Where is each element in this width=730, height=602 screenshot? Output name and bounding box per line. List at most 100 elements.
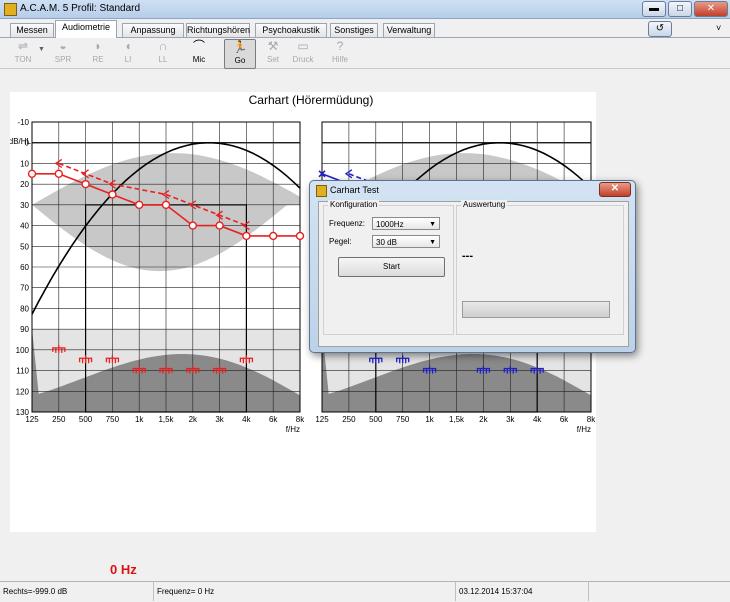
chevron-down-icon: ▼ [429, 239, 436, 246]
x-tick-label: 500 [369, 415, 383, 424]
close-button[interactable]: ✕ [694, 1, 728, 17]
x-tick-label: 3k [215, 415, 224, 424]
maximize-button[interactable]: □ [668, 1, 692, 17]
go-button[interactable]: 🏃 Go [224, 39, 256, 69]
tab-sonstiges[interactable]: Sonstiges [330, 23, 378, 37]
data-point-air_conduction_right [269, 231, 278, 241]
start-button[interactable]: Start [338, 257, 445, 277]
x-tick-label: 4k [533, 415, 542, 424]
frequency-label: Frequenz: [329, 219, 366, 228]
y-tick-label: 20 [20, 180, 29, 189]
x-tick-label: 1,5k [449, 415, 465, 424]
tab-richtungshoeren[interactable]: Richtungshören [186, 23, 250, 37]
data-point-air_conduction_right [81, 179, 90, 189]
data-point-air_conduction_right [27, 169, 37, 178]
dialog-title: Carhart Test [330, 185, 379, 195]
right-ear-icon: ◗ [94, 39, 102, 53]
druck-button[interactable]: ▭ Druck [288, 39, 318, 67]
chevron-down-icon: ▼ [429, 221, 436, 228]
toolbar: ⇌ TON ▼ ◒ SPR ◗ RE ◖ LI ∩ LL ⌒ Mic 🏃 Go … [0, 38, 730, 69]
minimize-button[interactable]: ▬ [642, 1, 666, 17]
y-tick-label: 10 [20, 159, 29, 168]
tab-verwaltung[interactable]: Verwaltung [383, 23, 435, 37]
level-label: Pegel: [329, 237, 352, 246]
y-tick-label: 110 [16, 367, 29, 376]
ton-button[interactable]: ⇌ TON [8, 39, 38, 67]
tab-audiometrie[interactable]: Audiometrie [55, 20, 117, 38]
y-tick-label: 30 [20, 201, 29, 210]
x-tick-label: 6k [560, 415, 569, 424]
status-frequency: Frequenz= 0 Hz [153, 582, 453, 601]
data-point-air_conduction_right [108, 190, 117, 199]
data-point-air_conduction_right [134, 200, 144, 210]
config-group: Konfiguration Frequenz: 1000Hz ▼ Pegel: … [323, 200, 454, 335]
y-tick-label: 80 [20, 304, 29, 313]
frequency-select[interactable]: 1000Hz ▼ [372, 217, 440, 230]
help-icon: ? [336, 39, 344, 53]
spr-button[interactable]: ◒ SPR [48, 39, 78, 67]
dialog-close-button[interactable]: ✕ [599, 182, 631, 197]
tab-psychoakustik[interactable]: Psychoakustik [255, 23, 327, 37]
title-bar: A.C.A.M. 5 Profil: Standard ▬ □ ✕ [0, 0, 730, 19]
left-ear-icon: ◖ [124, 39, 132, 53]
x-tick-label: 750 [396, 415, 410, 424]
result-value: --- [462, 250, 473, 262]
main-tab-bar: Messen Audiometrie Anpassung Richtungshö… [0, 19, 730, 38]
data-point-air_conduction_right [215, 221, 224, 230]
speech-cloud-icon: ◒ [59, 39, 67, 53]
window-title: A.C.A.M. 5 Profil: Standard [20, 3, 141, 14]
data-point-air_conduction_right [242, 231, 251, 241]
x-tick-label: 8k [587, 415, 596, 424]
set-button[interactable]: ⚒ Set [258, 39, 288, 67]
x-tick-label: 8k [296, 415, 305, 424]
result-group-title: Auswertung [461, 200, 508, 209]
running-man-icon: 🏃 [232, 40, 248, 54]
printer-icon: ▭ [297, 39, 309, 53]
x-tick-label: 1k [425, 415, 434, 424]
progress-bar [462, 301, 610, 318]
li-button[interactable]: ◖ LI [113, 39, 143, 67]
dialog-body: Konfiguration Frequenz: 1000Hz ▼ Pegel: … [318, 200, 629, 347]
result-group: Auswertung --- [456, 200, 624, 335]
y-tick-label: 90 [20, 325, 29, 334]
tab-messen[interactable]: Messen [10, 23, 54, 37]
status-bar: Rechts=-999.0 dB Frequenz= 0 Hz 03.12.20… [0, 581, 730, 602]
x-axis-label: f/Hz [286, 425, 300, 434]
x-tick-label: 1,5k [158, 415, 174, 424]
x-axis-label: f/Hz [577, 425, 591, 434]
level-value: 30 dB [376, 238, 397, 247]
x-tick-label: 250 [52, 415, 66, 424]
chart-title: Carhart (Hörermüdung) [249, 93, 374, 107]
x-tick-label: 125 [315, 415, 329, 424]
hilfe-button[interactable]: ? Hilfe [325, 39, 355, 67]
y-axis-label: dB/HL [10, 137, 32, 146]
x-tick-label: 3k [506, 415, 515, 424]
x-tick-label: 2k [479, 415, 488, 424]
dialog-app-icon [316, 185, 327, 197]
ton-dropdown-icon[interactable]: ▼ [38, 46, 45, 53]
level-select[interactable]: 30 dB ▼ [372, 235, 440, 248]
config-group-title: Konfiguration [328, 200, 380, 209]
help-refresh-button[interactable]: ↺ [648, 21, 672, 37]
x-tick-label: 6k [269, 415, 278, 424]
data-point-air_conduction_right [54, 169, 63, 178]
frequency-display: 0 Hz [110, 562, 137, 577]
tab-anpassung[interactable]: Anpassung [122, 23, 184, 37]
ribbon-collapse-icon[interactable]: ˅ [716, 23, 721, 33]
x-tick-label: 125 [25, 415, 39, 424]
status-level: Rechts=-999.0 dB [3, 587, 68, 596]
y-tick-label: 50 [20, 242, 29, 251]
tone-sliders-icon: ⇌ [17, 39, 29, 53]
mic-button[interactable]: ⌒ Mic [184, 39, 214, 67]
y-tick-label: 60 [20, 263, 29, 272]
x-tick-label: 500 [79, 415, 93, 424]
status-extra [588, 582, 730, 601]
x-tick-label: 250 [342, 415, 356, 424]
ll-button[interactable]: ∩ LL [148, 39, 178, 67]
data-point-air_conduction_right [161, 200, 171, 210]
carhart-test-dialog: Carhart Test ✕ Konfiguration Frequenz: 1… [309, 180, 636, 353]
app-icon [4, 3, 17, 16]
tools-icon: ⚒ [267, 39, 279, 53]
y-tick-label: 40 [20, 222, 29, 231]
re-button[interactable]: ◗ RE [83, 39, 113, 67]
